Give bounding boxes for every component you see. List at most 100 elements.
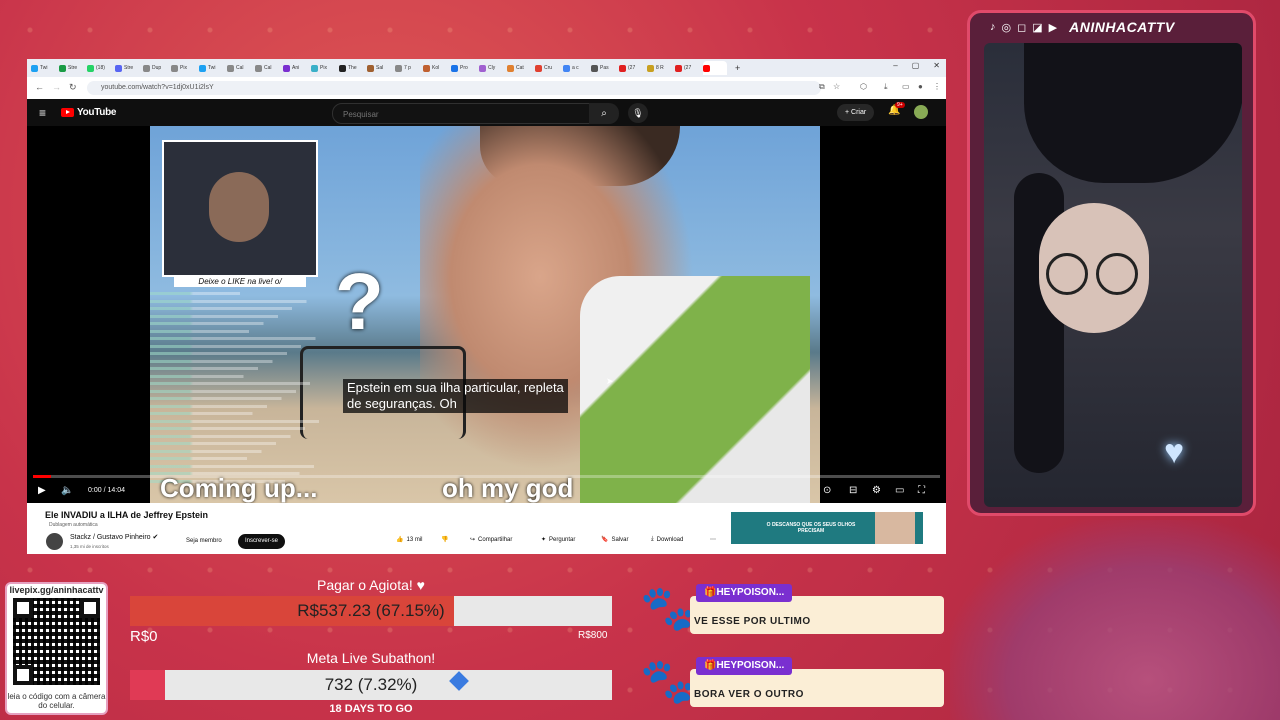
search-input[interactable] [341,109,575,120]
browser-tab[interactable]: (27 [675,61,699,75]
user-avatar[interactable] [914,105,928,119]
video-frame[interactable]: Deixe o LIKE na live! o/ ? Epstein em su… [150,126,820,503]
join-button[interactable]: Seja membro [179,534,229,549]
play-icon[interactable]: ▶ [38,485,46,496]
browser-tab[interactable]: Sal [367,61,391,75]
browser-tab[interactable]: Dup [143,61,167,75]
dislike-button[interactable]: 👎 [441,536,448,543]
save-button[interactable]: 🔖 Salvar [601,536,629,544]
browser-tab[interactable]: Kol [423,61,447,75]
maximize-icon[interactable]: ▢ [912,61,920,70]
tab-label: 8 R [656,65,664,71]
browser-tab[interactable]: Pix [311,61,335,75]
profile-icon[interactable]: ● [918,82,923,91]
chat-line [150,342,330,350]
minimize-icon[interactable]: – [893,61,897,70]
paw-icon: 🐾 [640,584,695,633]
tab-label: The [348,65,357,71]
browser-tab[interactable]: (18) [87,61,111,75]
browser-tab[interactable]: Stre [59,61,83,75]
settings-gear-icon[interactable]: ⚙ [872,485,881,496]
tab-label: Twi [40,65,48,71]
youtube-logo-text: YouTube [77,107,117,118]
browser-tab[interactable] [703,61,727,75]
create-button[interactable]: + Criar [837,104,875,121]
browser-tab[interactable]: a c [563,61,587,75]
browser-tab[interactable]: Stre [115,61,139,75]
tab-favicon-icon [451,64,458,72]
voice-search-button[interactable]: 🎙 [628,103,648,123]
tab-favicon-icon [87,64,94,72]
time-current: 0:00 [88,487,102,494]
alert-card: 🐾 🎁HEYPOISON... VE ESSE POR ULTIMO [640,584,944,634]
ad-banner[interactable]: O DESCANSO QUE OS SEUS OLHOS PRECISAM [731,512,923,544]
theater-mode-icon[interactable]: ▭ [895,485,904,496]
browser-tab[interactable]: (27 [619,61,643,75]
search-button[interactable]: ⌕ [589,103,619,124]
browser-tab[interactable]: Ani [283,61,307,75]
browser-tab[interactable]: The [339,61,363,75]
chat-line [150,447,330,455]
browser-tab[interactable]: Pix [171,61,195,75]
share-button[interactable]: ↪ Compartilhar [470,536,512,544]
download-button[interactable]: ⤓ Download [651,536,683,543]
browser-tab[interactable]: Cru [535,61,559,75]
discord-icon: ◎ [1001,21,1012,34]
fullscreen-icon[interactable]: ⛶ [918,485,925,496]
goal1-bar: R$537.23 (67.15%) [130,596,612,626]
browser-tab[interactable]: Cal [227,61,251,75]
channel-name[interactable]: Stackz / Gustavo Pinheiro ✔ [70,533,158,541]
download-icon[interactable]: ⤓ [884,82,888,92]
autoplay-toggle-icon[interactable]: ⊙ [823,485,831,496]
streamer-hat [1024,43,1242,183]
menu-kebab-icon[interactable]: ⋮ [933,82,941,91]
youtube-logo[interactable]: YouTube [61,107,117,118]
browser-tab[interactable]: Cly [479,61,503,75]
sidepanel-icon[interactable]: ▭ [902,82,910,91]
ask-label: Perguntar [549,536,576,543]
inset-face [209,172,269,242]
tab-label: a c [572,65,579,71]
subscribe-button[interactable]: Inscrever-se [238,534,286,549]
close-icon[interactable]: ✕ [933,61,940,70]
tab-favicon-icon [367,64,374,72]
video-progress-bar[interactable] [33,475,940,478]
hamburger-menu-icon[interactable]: ≡ [39,106,46,120]
ask-button[interactable]: ✦ Perguntar [541,536,576,544]
alert-username: 🎁HEYPOISON... [696,584,793,602]
mouse-cursor-icon: ➤ [606,376,614,386]
install-icon[interactable]: ⧉ [819,82,825,92]
new-tab-icon[interactable]: + [735,63,740,73]
reload-icon[interactable]: ↻ [69,82,77,93]
back-icon[interactable]: ← [35,82,44,92]
browser-tab[interactable]: 8 R [647,61,671,75]
browser-tab[interactable]: Cat [507,61,531,75]
browser-tab[interactable]: Pro [451,61,475,75]
bookmark-star-icon[interactable]: ☆ [833,82,840,91]
tab-label: Stre [124,65,134,71]
browser-tab[interactable]: 7 p [395,61,419,75]
browser-tab[interactable]: Twi [31,61,55,75]
tab-favicon-icon [703,64,710,72]
tab-label: Pro [460,65,468,71]
volume-icon[interactable]: 🔈 [61,485,73,496]
captions-icon[interactable]: ⊟ [849,485,857,496]
browser-tab[interactable]: Cal [255,61,279,75]
url-field[interactable]: youtube.com/watch?v=1dj0xU1i2lsY [87,81,821,95]
streamer-name: ANINHACATTV [1069,19,1175,35]
browser-tab[interactable]: Pas [591,61,615,75]
video-player[interactable]: Deixe o LIKE na live! o/ ? Epstein em su… [27,126,946,503]
save-label: Salvar [611,536,629,543]
browser-tab[interactable]: Twi [199,61,223,75]
forward-icon[interactable]: → [52,82,61,92]
chat-line [150,417,330,425]
like-button[interactable]: 👍 13 mil [396,536,423,544]
goal1-max: R$800 [578,630,608,641]
tab-favicon-icon [171,64,178,72]
more-actions-button[interactable]: ⋯ [710,536,716,543]
extensions-icon[interactable]: ⬡ [860,82,867,91]
channel-avatar[interactable] [46,533,63,550]
tab-label: Cru [544,65,553,71]
channel-name-text: Stackz / Gustavo Pinheiro [70,534,151,541]
tab-favicon-icon [227,64,234,72]
